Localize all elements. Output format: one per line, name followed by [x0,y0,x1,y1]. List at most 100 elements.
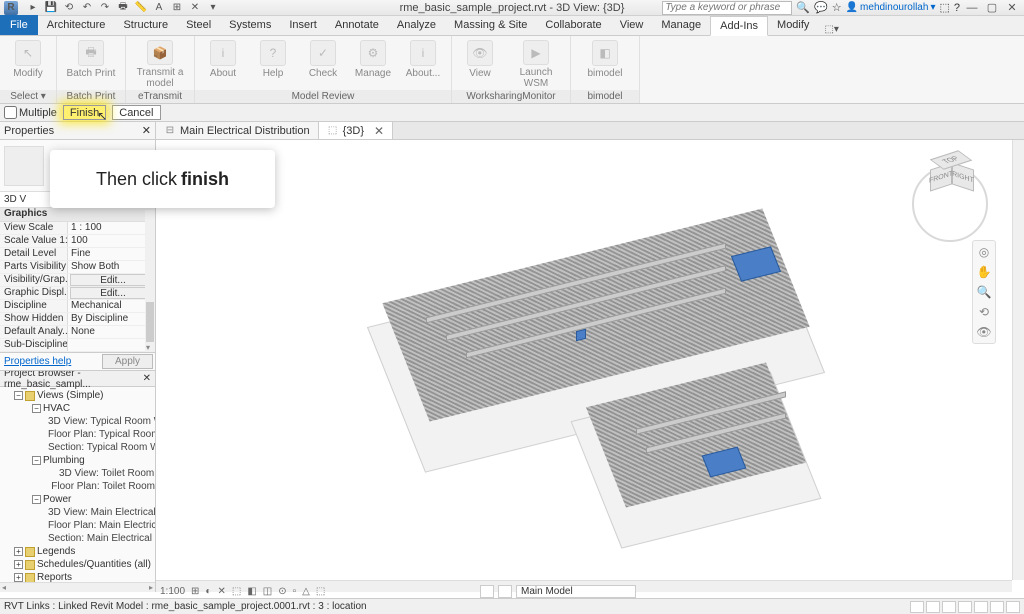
tab-manage[interactable]: Manage [652,15,710,35]
discipline-value[interactable]: Mechanical [68,300,155,312]
editable-icon[interactable] [498,585,512,598]
render-icon[interactable]: ◫ [263,586,272,597]
shadow-icon[interactable]: ◧ [247,586,256,597]
doc-tab-main-elec[interactable]: ⊟ Main Electrical Distribution [156,122,319,139]
wheel-icon[interactable]: ◎ [979,245,989,259]
print-icon[interactable]: 🖶 [116,1,130,15]
main-model-combo[interactable]: Main Model [516,585,636,598]
detail-level-value[interactable]: Fine [68,248,155,260]
doc-tab-3d[interactable]: ⬚ {3D} ✕ [319,122,393,139]
browser-hscroll[interactable]: ◂▸ [0,582,155,592]
lock-icon[interactable]: △ [302,586,310,597]
expander-icon[interactable]: + [14,560,23,569]
about2-button[interactable]: iAbout... [401,38,445,89]
view-cube[interactable]: FRONT RIGHT TOP [912,152,988,228]
save-icon[interactable]: 💾 [44,1,58,15]
tree-item[interactable]: −Power [0,493,155,506]
workset-icon[interactable] [480,585,494,598]
tree-item[interactable]: Floor Plan: Typical Room [0,428,155,441]
batch-print-button[interactable]: 🖶Batch Print [63,38,119,89]
qat-dropdown-icon[interactable]: ▾ [206,1,220,15]
tree-item[interactable]: Floor Plan: Main Electrica [0,519,155,532]
crop-show-icon[interactable]: ▫ [293,586,297,597]
navigation-bar[interactable]: ◎ ✋ 🔍 ⟲ 👁 [972,240,996,344]
tab-addins[interactable]: Add-Ins [710,16,768,36]
tab-systems[interactable]: Systems [220,15,280,35]
view-scale-value[interactable]: 1 : 100 [68,222,155,234]
bimodel-button[interactable]: ◧bimodel [577,38,633,89]
tab-view[interactable]: View [611,15,653,35]
tree-item[interactable]: −Views (Simple) [0,389,155,402]
open-icon[interactable]: ▸ [26,1,40,15]
expander-icon[interactable]: + [14,547,23,556]
look-icon[interactable]: 👁 [976,325,991,339]
select-links-icon[interactable] [910,601,924,613]
tab-insert[interactable]: Insert [280,15,326,35]
scale-value[interactable]: 100 [68,235,155,247]
help-button[interactable]: ?Help [251,38,295,89]
count-icon[interactable] [1006,601,1020,613]
drag-icon[interactable] [974,601,988,613]
tab-modify[interactable]: Modify [768,15,818,35]
properties-help-link[interactable]: Properties help [0,356,71,367]
properties-close-icon[interactable]: ✕ [142,124,151,137]
tree-item[interactable]: −HVAC [0,402,155,415]
orbit-icon[interactable]: ⟲ [979,305,989,319]
reveal-icon[interactable]: ⬚ [316,586,325,597]
search-input[interactable] [662,1,792,15]
search-icon[interactable]: 🔍 [796,1,810,14]
graphic-display-edit-button[interactable]: Edit... [70,287,153,299]
help-icon[interactable]: ? [954,2,960,14]
close-button[interactable]: ✕ [1004,1,1020,14]
close-icon[interactable]: ✕ [188,1,202,15]
transmit-button[interactable]: 📦Transmit a model [132,38,188,89]
tab-structure[interactable]: Structure [114,15,177,35]
default-analy-value[interactable]: None [68,326,155,338]
viewport-3d[interactable]: FRONT RIGHT TOP ◎ ✋ 🔍 ⟲ 👁 [156,140,1024,592]
tree-item[interactable]: Section: Main Electrical D [0,532,155,545]
tree-item[interactable]: +Schedules/Quantities (all) [0,558,155,571]
tab-file[interactable]: File [0,15,38,35]
tree-item[interactable]: Section: Typical Room WS [0,441,155,454]
visibility-edit-button[interactable]: Edit... [70,274,153,286]
multiple-checkbox[interactable]: Multiple [4,106,57,119]
expander-icon[interactable]: + [14,573,23,582]
tab-close-icon[interactable]: ✕ [374,124,384,138]
maximize-button[interactable]: ▢ [984,1,1000,14]
expander-icon[interactable]: − [32,404,41,413]
tree-item[interactable]: −Plumbing [0,454,155,467]
tab-collaborate[interactable]: Collaborate [536,15,610,35]
detail-icon[interactable]: ◐ [205,586,211,597]
tab-massing[interactable]: Massing & Site [445,15,536,35]
tab-steel[interactable]: Steel [177,15,220,35]
tree-item[interactable]: 3D View: Main Electrical D [0,506,155,519]
tab-analyze[interactable]: Analyze [388,15,445,35]
finish-button[interactable]: Finish ↖ [63,105,106,120]
apply-button[interactable]: Apply [102,354,153,369]
undo-icon[interactable]: ↶ [80,1,94,15]
expander-icon[interactable]: − [14,391,23,400]
thin-icon[interactable]: ⊞ [170,1,184,15]
expander-icon[interactable]: − [32,456,41,465]
manage-button[interactable]: ⚙Manage [351,38,395,89]
modify-button[interactable]: ↖Modify [6,38,50,89]
revit-logo-icon[interactable]: R [4,1,18,15]
visual-style-icon[interactable]: ✕ [217,586,225,597]
pan-icon[interactable]: ✋ [977,265,992,279]
expander-icon[interactable]: − [32,495,41,504]
wsm-view-button[interactable]: 👁View [458,38,502,89]
tab-annotate[interactable]: Annotate [326,15,388,35]
tree-item[interactable]: 3D View: Typical Room W [0,415,155,428]
view-control-bar[interactable]: 1:100 ⊞ ◐ ✕ ⬚ ◧ ◫ ⊙ ▫ △ ⬚ [160,584,325,598]
filter-icon[interactable] [990,601,1004,613]
select-face-icon[interactable] [958,601,972,613]
crop-icon[interactable]: ⊙ [278,586,286,597]
viewport-vscroll[interactable] [1012,140,1024,580]
project-browser-close-icon[interactable]: ✕ [143,373,151,384]
tree-item[interactable]: 3D View: Toilet Room [0,467,155,480]
sun-icon[interactable]: ⬚ [232,586,241,597]
sub-discipline-value[interactable] [68,339,155,351]
properties-scrollbar[interactable]: ▾ [145,210,155,352]
show-hidden-value[interactable]: By Discipline [68,313,155,325]
tree-item[interactable]: +Legends [0,545,155,558]
